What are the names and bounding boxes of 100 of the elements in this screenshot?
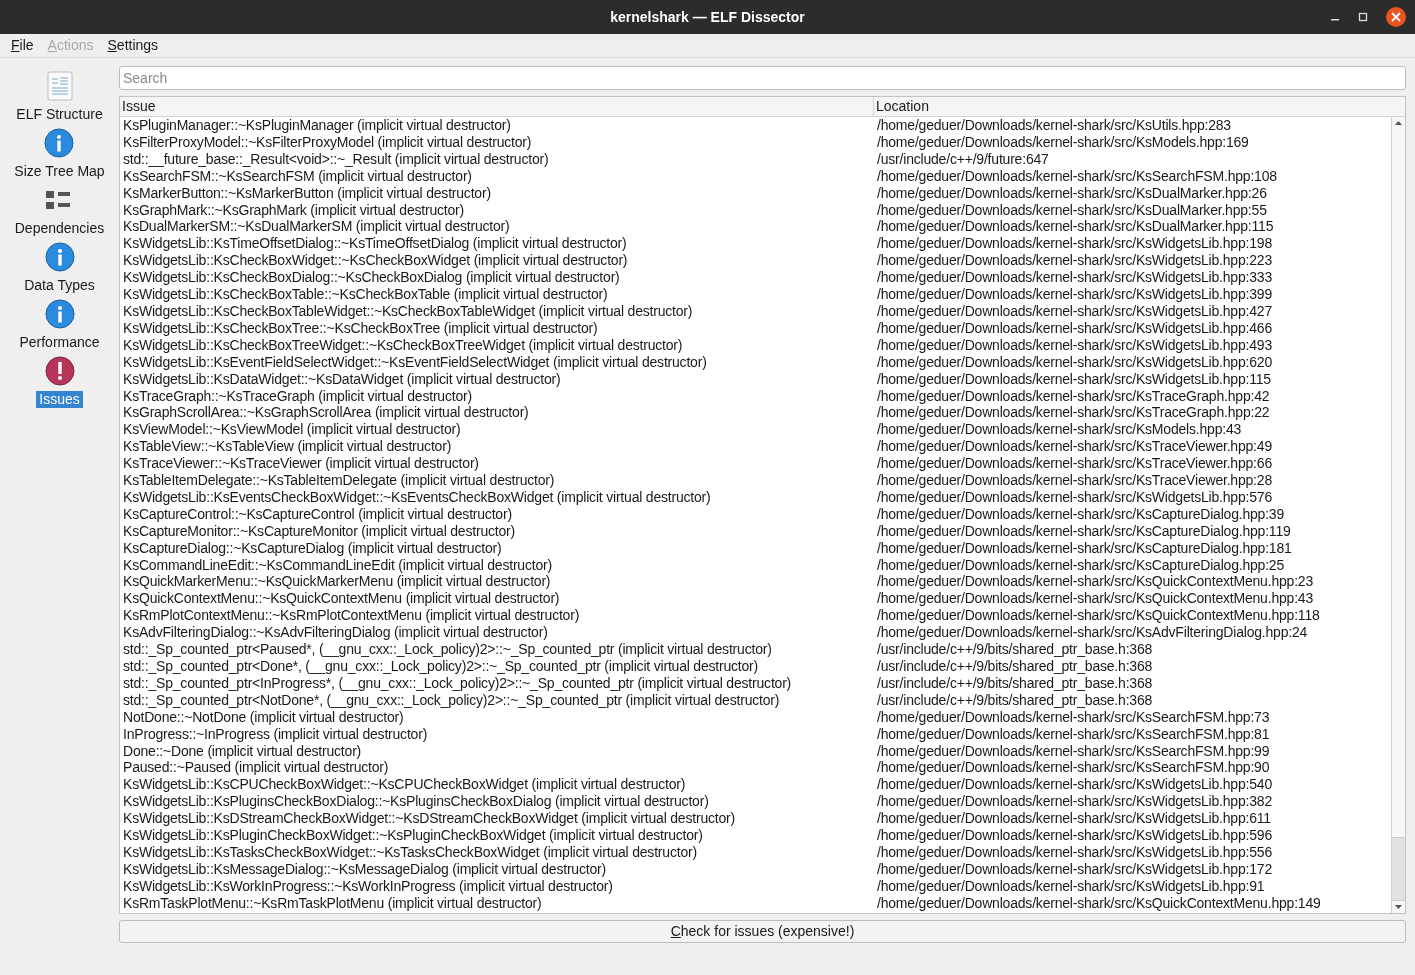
table-cell-text: KsWidgetsLib::KsCPUCheckBoxWidget::~KsCPUCheckBoxWidget (implicit virtual destructor)	[122, 776, 687, 794]
table-cell-text: /home/geduer/Downloads/kernel-shark/src/KsWidgetsLib.hpp:556	[876, 843, 1273, 861]
table-cell-text: KsTableView::~KsTableView (implicit virtual destructor)	[122, 438, 453, 456]
sidebar-item[interactable]: ELF Structure	[13, 106, 106, 123]
table-cell-text: /home/geduer/Downloads/kernel-shark/src/KsWidgetsLib.hpp:115	[876, 370, 1272, 388]
table-cell-text: /home/geduer/Downloads/kernel-shark/src/KsSearchFSM.hpp:81	[876, 725, 1271, 743]
table-cell-text: KsRmTaskPlotMenu::~KsRmTaskPlotMenu (implicit virtual destructor)	[122, 894, 543, 912]
table-cell-text: /home/geduer/Downloads/kernel-shark/src/KsQuickContextMenu.hpp:23	[876, 573, 1314, 591]
table-cell-text: KsCaptureMonitor::~KsCaptureMonitor (implicit virtual destructor)	[122, 522, 516, 540]
info-icon	[44, 128, 75, 158]
table-cell-text: KsQuickMarkerMenu::~KsQuickMarkerMenu (implicit virtual destructor)	[122, 573, 552, 591]
table-cell-text: KsWidgetsLib::KsWorkInProgress::~KsWorkInProgress (implicit virtual destructor)	[122, 877, 614, 895]
table-cell-text: /usr/include/c++/9/bits/shared_ptr_base.h:368	[876, 674, 1154, 692]
column-header[interactable]: Location	[874, 97, 1405, 116]
table-cell-text: /home/geduer/Downloads/kernel-shark/src/KsWidgetsLib.hpp:620	[876, 353, 1273, 371]
table-cell-text: /home/geduer/Downloads/kernel-shark/src/KsQuickContextMenu.hpp:43	[876, 590, 1314, 608]
table-cell-text: KsTraceGraph::~KsTraceGraph (implicit virtual destructor)	[122, 387, 473, 405]
table-cell-text: std::_Sp_counted_ptr<NotDone*, (__gnu_cxx::_Lock_policy)2>::~_Sp_counted_ptr (implicit virtual destructor)	[122, 691, 781, 709]
table-cell-text: std::__future_base::_Result<void>::~_Result (implicit virtual destructor)	[122, 150, 550, 168]
table-cell-text: /home/geduer/Downloads/kernel-shark/src/KsTraceGraph.hpp:22	[876, 404, 1271, 422]
sidebar-item[interactable]: Data Types	[21, 277, 98, 294]
table-cell-text: /home/geduer/Downloads/kernel-shark/src/KsCaptureDialog.hpp:25	[876, 556, 1286, 574]
table-cell-text: NotDone::~NotDone (implicit virtual destructor)	[122, 708, 405, 726]
table-cell-text: /home/geduer/Downloads/kernel-shark/src/KsCaptureDialog.hpp:39	[876, 505, 1286, 523]
column-header[interactable]: Issue	[120, 97, 874, 116]
table-cell-text: /home/geduer/Downloads/kernel-shark/src/KsDualMarker.hpp:55	[876, 201, 1268, 219]
table-cell-text: /usr/include/c++/9/future:647	[876, 150, 1050, 168]
table-cell-text: /home/geduer/Downloads/kernel-shark/src/KsDualMarker.hpp:26	[876, 184, 1268, 202]
search-field[interactable]: Search	[119, 66, 1406, 90]
table-cell-text: KsWidgetsLib::KsCheckBoxTree::~KsCheckBoxTree (implicit virtual destructor)	[122, 319, 599, 337]
table-cell-text: Done::~Done (implicit virtual destructor)	[122, 742, 363, 760]
table-cell-text: KsQuickContextMenu::~KsQuickContextMenu (implicit virtual destructor)	[122, 590, 561, 608]
table-cell-text: /home/geduer/Downloads/kernel-shark/src/KsWidgetsLib.hpp:91	[876, 877, 1266, 895]
table-cell-text: KsCaptureDialog::~KsCaptureDialog (implicit virtual destructor)	[122, 539, 503, 557]
maximize-icon[interactable]	[1357, 11, 1369, 23]
table-cell-text: KsWidgetsLib::KsPluginsCheckBoxDialog::~KsPluginsCheckBoxDialog (implicit virtual destructor)	[122, 793, 710, 811]
table-cell-text: /home/geduer/Downloads/kernel-shark/src/KsWidgetsLib.hpp:576	[876, 488, 1273, 506]
table-cell-text: /home/geduer/Downloads/kernel-shark/src/KsCaptureDialog.hpp:119	[876, 522, 1292, 540]
table-cell-text: /home/geduer/Downloads/kernel-shark/src/KsQuickContextMenu.hpp:149	[876, 894, 1322, 912]
table-cell-text: KsViewModel::~KsViewModel (implicit virtual destructor)	[122, 421, 462, 439]
document-icon	[46, 71, 73, 101]
table-cell-text: InProgress::~InProgress (implicit virtual destructor)	[122, 725, 429, 743]
table-cell-text: /home/geduer/Downloads/kernel-shark/src/KsUtils.hpp:283	[876, 117, 1232, 134]
table-cell-text: /home/geduer/Downloads/kernel-shark/src/KsWidgetsLib.hpp:172	[876, 860, 1273, 878]
table-cell-text: /usr/include/c++/9/bits/shared_ptr_base.h:368	[876, 641, 1154, 658]
table-cell-text: KsWidgetsLib::KsMessageDialog::~KsMessageDialog (implicit virtual destructor)	[122, 860, 607, 878]
table-cell-text: /home/geduer/Downloads/kernel-shark/src/KsSearchFSM.hpp:90	[876, 759, 1271, 777]
sidebar-item[interactable]: Issues	[36, 391, 83, 408]
scrollbar[interactable]	[1391, 117, 1405, 913]
table-cell-text: /home/geduer/Downloads/kernel-shark/src/KsSearchFSM.hpp:99	[876, 742, 1271, 760]
table-cell-text: /home/geduer/Downloads/kernel-shark/src/KsAdvFilteringDialog.hpp:24	[876, 624, 1309, 642]
table-cell-text: /home/geduer/Downloads/kernel-shark/src/KsSearchFSM.hpp:73	[876, 708, 1271, 726]
table-cell-text: KsWidgetsLib::KsCheckBoxWidget::~KsCheckBoxWidget (implicit virtual destructor)	[122, 252, 629, 270]
scrollbar-thumb[interactable]	[1392, 837, 1405, 901]
sidebar-item[interactable]: Size Tree Map	[11, 163, 108, 180]
table-cell-text: /home/geduer/Downloads/kernel-shark/src/KsWidgetsLib.hpp:596	[876, 827, 1273, 844]
warning-icon	[44, 356, 75, 386]
table-cell-text: /home/geduer/Downloads/kernel-shark/src/KsTraceViewer.hpp:28	[876, 472, 1273, 489]
table-cell-text: KsWidgetsLib::KsTasksCheckBoxWidget::~KsTasksCheckBoxWidget (implicit virtual destructor)	[122, 843, 698, 861]
table-cell-text: KsDualMarkerSM::~KsDualMarkerSM (implicit virtual destructor)	[122, 218, 511, 236]
table-cell-text: /home/geduer/Downloads/kernel-shark/src/KsWidgetsLib.hpp:223	[876, 252, 1273, 270]
table-cell-text: /home/geduer/Downloads/kernel-shark/src/KsWidgetsLib.hpp:466	[876, 319, 1273, 337]
table-cell-text: /home/geduer/Downloads/kernel-shark/src/KsSearchFSM.hpp:108	[876, 167, 1278, 185]
table-cell-text: Paused::~Paused (implicit virtual destructor)	[122, 759, 390, 777]
table-cell-text: KsWidgetsLib::KsCheckBoxTreeWidget::~KsCheckBoxTreeWidget (implicit virtual destructor)	[122, 336, 684, 354]
table-cell-text: KsWidgetsLib::KsCheckBoxTableWidget::~KsCheckBoxTableWidget (implicit virtual destructor)	[122, 302, 694, 320]
table-cell-text: /home/geduer/Downloads/kernel-shark/src/KsWidgetsLib.hpp:493	[876, 336, 1273, 354]
table-cell-text: /home/geduer/Downloads/kernel-shark/src/KsWidgetsLib.hpp:198	[876, 235, 1273, 253]
table-cell-text: /home/geduer/Downloads/kernel-shark/src/KsWidgetsLib.hpp:611	[876, 810, 1272, 828]
table-cell-text: KsWidgetsLib::KsPluginCheckBoxWidget::~KsPluginCheckBoxWidget (implicit virtual destructor)	[122, 827, 704, 844]
table-cell-text: /home/geduer/Downloads/kernel-shark/src/KsModels.hpp:43	[876, 421, 1243, 439]
table-cell-text: std::_Sp_counted_ptr<Done*, (__gnu_cxx::_Lock_policy)2>::~_Sp_counted_ptr (implicit virtual destructor)	[122, 658, 760, 675]
table-cell-text: KsWidgetsLib::KsEventsCheckBoxWidget::~KsEventsCheckBoxWidget (implicit virtual destructor)	[122, 488, 712, 506]
table-cell-text: KsWidgetsLib::KsCheckBoxTable::~KsCheckBoxTable (implicit virtual destructor)	[122, 286, 609, 303]
table-cell-text: KsCaptureControl::~KsCaptureControl (implicit virtual destructor)	[122, 505, 513, 523]
table-cell-text: KsWidgetsLib::KsDStreamCheckBoxWidget::~KsDStreamCheckBoxWidget (implicit virtual destructor)	[122, 810, 736, 828]
sidebar-item[interactable]: Dependencies	[11, 220, 108, 237]
table-cell-text: std::_Sp_counted_ptr<Paused*, (__gnu_cxx::_Lock_policy)2>::~_Sp_counted_ptr (implicit virtual destructor)	[122, 641, 773, 658]
check-issues-button[interactable]: Check for issues (expensive!)	[119, 920, 1406, 943]
table-cell-text: /home/geduer/Downloads/kernel-shark/src/KsWidgetsLib.hpp:382	[876, 793, 1273, 811]
menu-item[interactable]: Settings	[107, 35, 159, 56]
table-cell-text: KsWidgetsLib::KsTimeOffsetDialog::~KsTimeOffsetDialog (implicit virtual destructor)	[122, 235, 628, 253]
sidebar-item[interactable]: Performance	[16, 334, 103, 351]
table-cell-text: KsGraphMark::~KsGraphMark (implicit virtual destructor)	[122, 201, 466, 219]
table-cell-text: KsTableItemDelegate::~KsTableItemDelegate (implicit virtual destructor)	[122, 472, 556, 489]
table-cell-text: /home/geduer/Downloads/kernel-shark/src/KsTraceViewer.hpp:66	[876, 455, 1273, 473]
table-cell-text: /home/geduer/Downloads/kernel-shark/src/KsTraceGraph.hpp:42	[876, 387, 1271, 405]
table-cell-text: /home/geduer/Downloads/kernel-shark/src/KsDualMarker.hpp:115	[876, 218, 1275, 236]
table-cell-text: /usr/include/c++/9/bits/shared_ptr_base.h:368	[876, 658, 1154, 675]
table-cell-text: KsMarkerButton::~KsMarkerButton (implicit virtual destructor)	[122, 184, 492, 202]
table-cell-text: /home/geduer/Downloads/kernel-shark/src/KsCaptureDialog.hpp:181	[876, 539, 1293, 557]
table-cell-text: /home/geduer/Downloads/kernel-shark/src/KsWidgetsLib.hpp:399	[876, 286, 1273, 303]
close-icon[interactable]	[1385, 6, 1407, 28]
table-cell-text: /home/geduer/Downloads/kernel-shark/src/KsWidgetsLib.hpp:540	[876, 776, 1273, 794]
table-cell-text: KsFilterProxyModel::~KsFilterProxyModel (implicit virtual destructor)	[122, 133, 533, 151]
table-cell-text: /home/geduer/Downloads/kernel-shark/src/KsModels.hpp:169	[876, 133, 1250, 151]
table-cell-text: KsAdvFilteringDialog::~KsAdvFilteringDialog (implicit virtual destructor)	[122, 624, 549, 642]
menu-item[interactable]: File	[11, 35, 34, 56]
info-icon	[44, 242, 75, 272]
table-cell-text: KsPluginManager::~KsPluginManager (implicit virtual destructor)	[122, 117, 512, 134]
